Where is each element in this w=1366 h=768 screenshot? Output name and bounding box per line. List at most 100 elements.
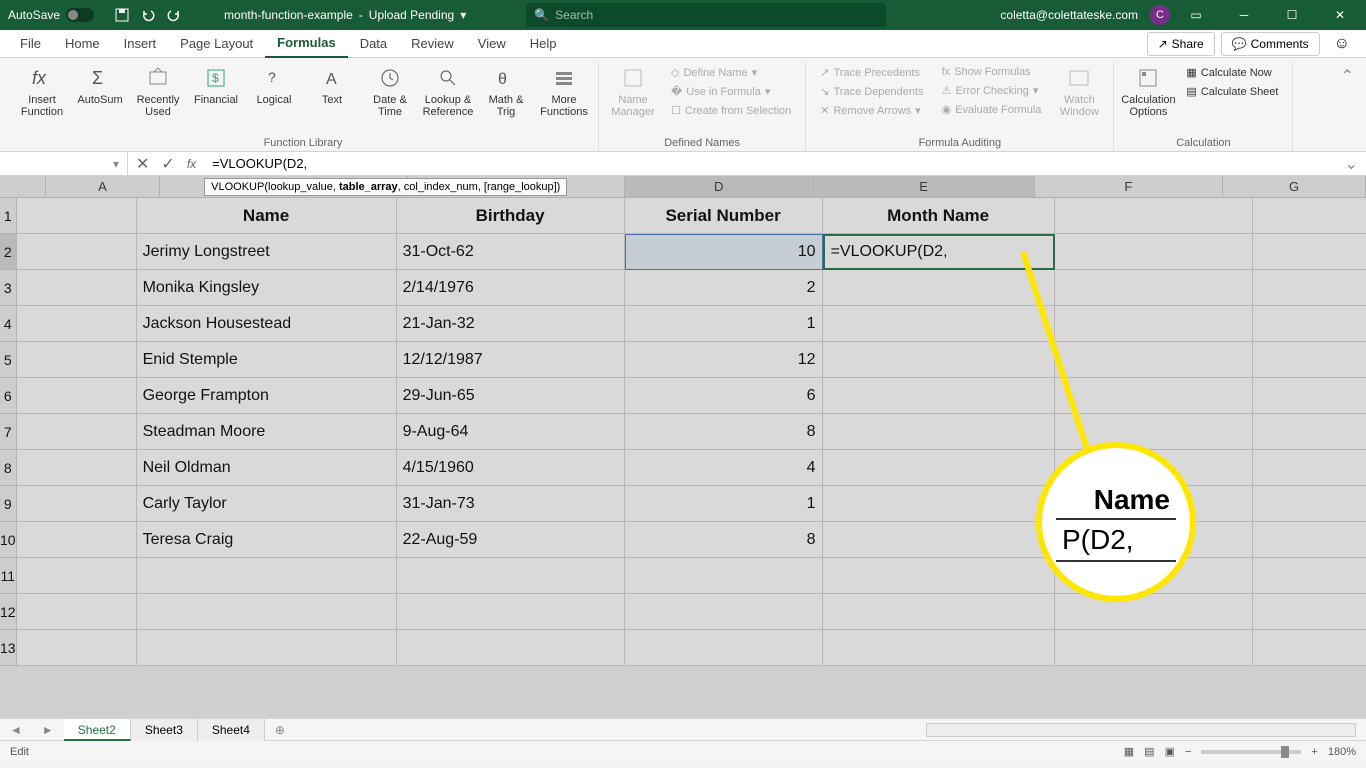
- cell[interactable]: 10: [625, 234, 823, 270]
- cell[interactable]: [137, 594, 397, 630]
- recently-used-button[interactable]: Recently Used: [130, 62, 186, 135]
- chevron-down-icon[interactable]: ▾: [460, 8, 466, 22]
- col-header-G[interactable]: G: [1223, 176, 1366, 198]
- cell[interactable]: 31-Jan-73: [397, 486, 625, 522]
- tab-help[interactable]: Help: [518, 30, 569, 58]
- cell[interactable]: [1253, 630, 1366, 666]
- cell[interactable]: [17, 450, 137, 486]
- cells-area[interactable]: NameBirthdaySerial NumberMonth NameJerim…: [17, 198, 1366, 666]
- math-trig-button[interactable]: θMath & Trig: [478, 62, 534, 135]
- view-page-layout-icon[interactable]: ▤: [1144, 745, 1154, 758]
- user-email[interactable]: coletta@colettateske.com: [992, 8, 1146, 22]
- cell[interactable]: Monika Kingsley: [137, 270, 397, 306]
- cell[interactable]: Enid Stemple: [137, 342, 397, 378]
- cell[interactable]: [1253, 450, 1366, 486]
- cell[interactable]: [823, 342, 1055, 378]
- cell[interactable]: [397, 558, 625, 594]
- collapse-ribbon-icon[interactable]: ⌃: [1341, 66, 1354, 86]
- zoom-level[interactable]: 180%: [1328, 746, 1356, 758]
- tab-review[interactable]: Review: [399, 30, 466, 58]
- cell[interactable]: 29-Jun-65: [397, 378, 625, 414]
- row-header-5[interactable]: 5: [0, 342, 17, 378]
- tab-formulas[interactable]: Formulas: [265, 30, 348, 58]
- cancel-formula-icon[interactable]: ✕: [136, 154, 149, 174]
- cell[interactable]: [1055, 198, 1253, 234]
- add-sheet-icon[interactable]: ⊕: [265, 723, 295, 737]
- cell[interactable]: [17, 234, 137, 270]
- maximize-icon[interactable]: ☐: [1270, 0, 1314, 30]
- cell[interactable]: 4/15/1960: [397, 450, 625, 486]
- cell[interactable]: 12: [625, 342, 823, 378]
- cell[interactable]: [137, 558, 397, 594]
- close-icon[interactable]: ✕: [1318, 0, 1362, 30]
- calculate-sheet-button[interactable]: ▤ Calculate Sheet: [1182, 83, 1282, 100]
- view-normal-icon[interactable]: ▦: [1124, 745, 1134, 758]
- zoom-out-icon[interactable]: −: [1185, 746, 1191, 758]
- cell[interactable]: [1253, 414, 1366, 450]
- row-header-13[interactable]: 13: [0, 630, 17, 666]
- tab-insert[interactable]: Insert: [112, 30, 169, 58]
- cell[interactable]: 12/12/1987: [397, 342, 625, 378]
- zoom-slider[interactable]: [1201, 750, 1301, 754]
- cell[interactable]: [17, 486, 137, 522]
- row-header-7[interactable]: 7: [0, 414, 17, 450]
- cell[interactable]: 1: [625, 306, 823, 342]
- select-all-corner[interactable]: [0, 176, 46, 198]
- cell[interactable]: [625, 558, 823, 594]
- row-header-9[interactable]: 9: [0, 486, 17, 522]
- cell[interactable]: 2: [625, 270, 823, 306]
- minimize-icon[interactable]: ─: [1222, 0, 1266, 30]
- cell[interactable]: [1253, 378, 1366, 414]
- cell[interactable]: [1253, 558, 1366, 594]
- undo-icon[interactable]: [140, 7, 156, 23]
- cell[interactable]: [17, 306, 137, 342]
- cell[interactable]: George Frampton: [137, 378, 397, 414]
- cell[interactable]: [1055, 342, 1253, 378]
- view-page-break-icon[interactable]: ▣: [1165, 745, 1175, 758]
- cell[interactable]: Carly Taylor: [137, 486, 397, 522]
- autosave-control[interactable]: AutoSave: [0, 8, 102, 22]
- cell[interactable]: 6: [625, 378, 823, 414]
- cell[interactable]: [823, 306, 1055, 342]
- cell[interactable]: [1253, 522, 1366, 558]
- row-header-4[interactable]: 4: [0, 306, 17, 342]
- cell[interactable]: [1253, 342, 1366, 378]
- cell[interactable]: [17, 378, 137, 414]
- redo-icon[interactable]: [166, 7, 182, 23]
- cell[interactable]: Teresa Craig: [137, 522, 397, 558]
- row-header-6[interactable]: 6: [0, 378, 17, 414]
- cell[interactable]: 8: [625, 414, 823, 450]
- text-button[interactable]: AText: [304, 62, 360, 135]
- col-header-E[interactable]: E: [814, 176, 1035, 198]
- cell[interactable]: [823, 558, 1055, 594]
- spreadsheet-grid[interactable]: A B C D E F G 12345678910111213 NameBirt…: [0, 176, 1366, 718]
- date-time-button[interactable]: Date & Time: [362, 62, 418, 135]
- sheet-nav-prev-icon[interactable]: ◄: [0, 723, 32, 737]
- cell[interactable]: [1253, 306, 1366, 342]
- col-header-F[interactable]: F: [1035, 176, 1224, 198]
- cell[interactable]: 1: [625, 486, 823, 522]
- sheet-tab-sheet4[interactable]: Sheet4: [198, 719, 265, 741]
- cell[interactable]: [397, 630, 625, 666]
- row-header-10[interactable]: 10: [0, 522, 17, 558]
- cell[interactable]: [137, 630, 397, 666]
- col-header-A[interactable]: A: [46, 176, 160, 198]
- tab-view[interactable]: View: [466, 30, 518, 58]
- tab-data[interactable]: Data: [348, 30, 399, 58]
- zoom-in-icon[interactable]: +: [1311, 746, 1317, 758]
- autosum-button[interactable]: ΣAutoSum: [72, 62, 128, 135]
- autosave-toggle[interactable]: [66, 8, 94, 22]
- share-button[interactable]: ↗ Share: [1147, 32, 1215, 56]
- lookup-reference-button[interactable]: Lookup & Reference: [420, 62, 476, 135]
- cell[interactable]: [823, 594, 1055, 630]
- cell[interactable]: Neil Oldman: [137, 450, 397, 486]
- user-avatar[interactable]: C: [1150, 5, 1170, 25]
- cell[interactable]: [1253, 594, 1366, 630]
- col-header-D[interactable]: D: [625, 176, 814, 198]
- row-header-2[interactable]: 2: [0, 234, 17, 270]
- cell[interactable]: [1253, 234, 1366, 270]
- cell[interactable]: [625, 594, 823, 630]
- financial-button[interactable]: $Financial: [188, 62, 244, 135]
- cell[interactable]: Serial Number: [625, 198, 823, 234]
- formula-input[interactable]: =VLOOKUP(D2, VLOOKUP(lookup_value, table…: [204, 156, 1336, 171]
